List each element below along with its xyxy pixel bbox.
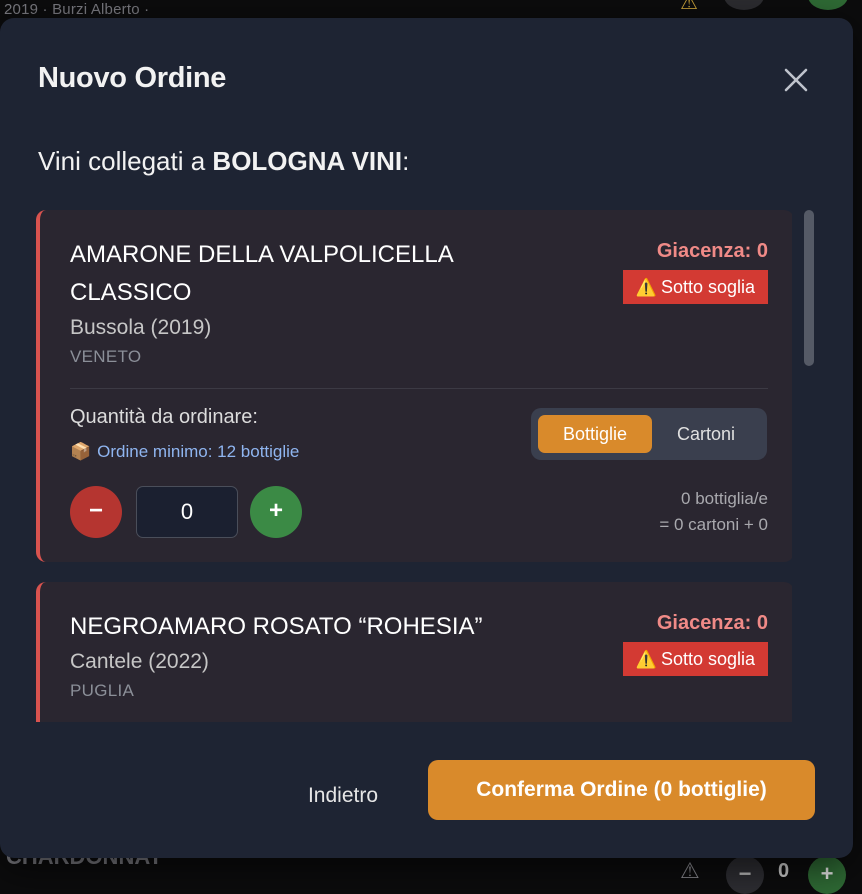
confirm-order-button[interactable]: Conferma Ordine (0 bottiglie) xyxy=(428,760,815,820)
quantity-input[interactable]: 0 xyxy=(136,486,238,538)
stock-label: Giacenza: 0 xyxy=(656,240,768,262)
wine-card: AMARONE DELLA VALPOLICELLA CLASSICO Buss… xyxy=(36,210,792,562)
unit-toggle: Bottiglie Cartoni xyxy=(531,408,767,460)
supplier-heading: Vini collegati a BOLOGNA VINI: xyxy=(38,146,409,177)
scrollbar-thumb[interactable] xyxy=(804,210,814,366)
wine-producer: Bussola (2019) xyxy=(70,316,212,339)
modal-title: Nuovo Ordine xyxy=(38,62,227,94)
close-icon xyxy=(784,68,808,92)
background-minus-button: − xyxy=(726,856,764,894)
background-minus-button xyxy=(724,0,764,10)
minimum-order-note: 📦 Ordine minimo: 12 bottiglie xyxy=(70,442,299,462)
wine-region: VENETO xyxy=(70,347,142,366)
new-order-modal: Nuovo Ordine Vini collegati a BOLOGNA VI… xyxy=(0,18,853,858)
badge-label: Sotto soglia xyxy=(660,277,755,297)
wine-producer: Cantele (2022) xyxy=(70,650,209,673)
wine-name: AMARONE DELLA VALPOLICELLA CLASSICO xyxy=(70,241,453,306)
package-icon: 📦 xyxy=(70,442,92,461)
decrease-quantity-button[interactable]: − xyxy=(70,486,122,538)
close-button[interactable] xyxy=(778,62,814,98)
warning-icon: ⚠️ xyxy=(635,278,657,297)
quantity-summary-bottles: 0 bottiglia/e xyxy=(681,489,768,508)
scrollbar[interactable] xyxy=(804,210,814,722)
warning-icon: ⚠️ xyxy=(635,650,657,669)
unit-cartons-option[interactable]: Cartoni xyxy=(652,415,760,453)
wine-card: NEGROAMARO ROSATO “ROHESIA” Cantele (202… xyxy=(36,582,792,722)
below-threshold-badge: ⚠️ Sotto soglia xyxy=(622,642,768,676)
quantity-summary: 0 bottiglia/e = 0 cartoni + 0 xyxy=(659,486,768,538)
badge-label: Sotto soglia xyxy=(660,649,755,669)
background-plus-button xyxy=(808,0,848,10)
increase-quantity-button[interactable]: + xyxy=(250,486,302,538)
supplier-heading-prefix: Vini collegati a xyxy=(38,146,213,176)
background-plus-button: + xyxy=(808,856,846,894)
supplier-heading-suffix: : xyxy=(402,146,410,176)
back-button[interactable]: Indietro xyxy=(288,774,398,818)
divider xyxy=(70,388,768,389)
wine-region: PUGLIA xyxy=(70,681,135,700)
quantity-summary-cartons: = 0 cartoni + 0 xyxy=(659,515,768,534)
quantity-label: Quantità da ordinare: xyxy=(70,406,258,428)
warning-icon: ⚠ xyxy=(680,858,700,883)
background-quantity: 0 xyxy=(778,860,790,882)
background-breadcrumb: 2019 · Burzi Alberto · xyxy=(4,1,150,18)
minimum-order-text: Ordine minimo: 12 bottiglie xyxy=(97,442,300,461)
below-threshold-badge: ⚠️ Sotto soglia xyxy=(622,270,768,304)
wine-name: NEGROAMARO ROSATO “ROHESIA” xyxy=(70,613,483,640)
warning-icon: ⚠ xyxy=(680,0,698,14)
wine-list[interactable]: AMARONE DELLA VALPOLICELLA CLASSICO Buss… xyxy=(36,210,792,722)
stock-label: Giacenza: 0 xyxy=(656,612,768,634)
unit-bottles-option[interactable]: Bottiglie xyxy=(538,415,652,453)
supplier-name: BOLOGNA VINI xyxy=(212,146,403,176)
